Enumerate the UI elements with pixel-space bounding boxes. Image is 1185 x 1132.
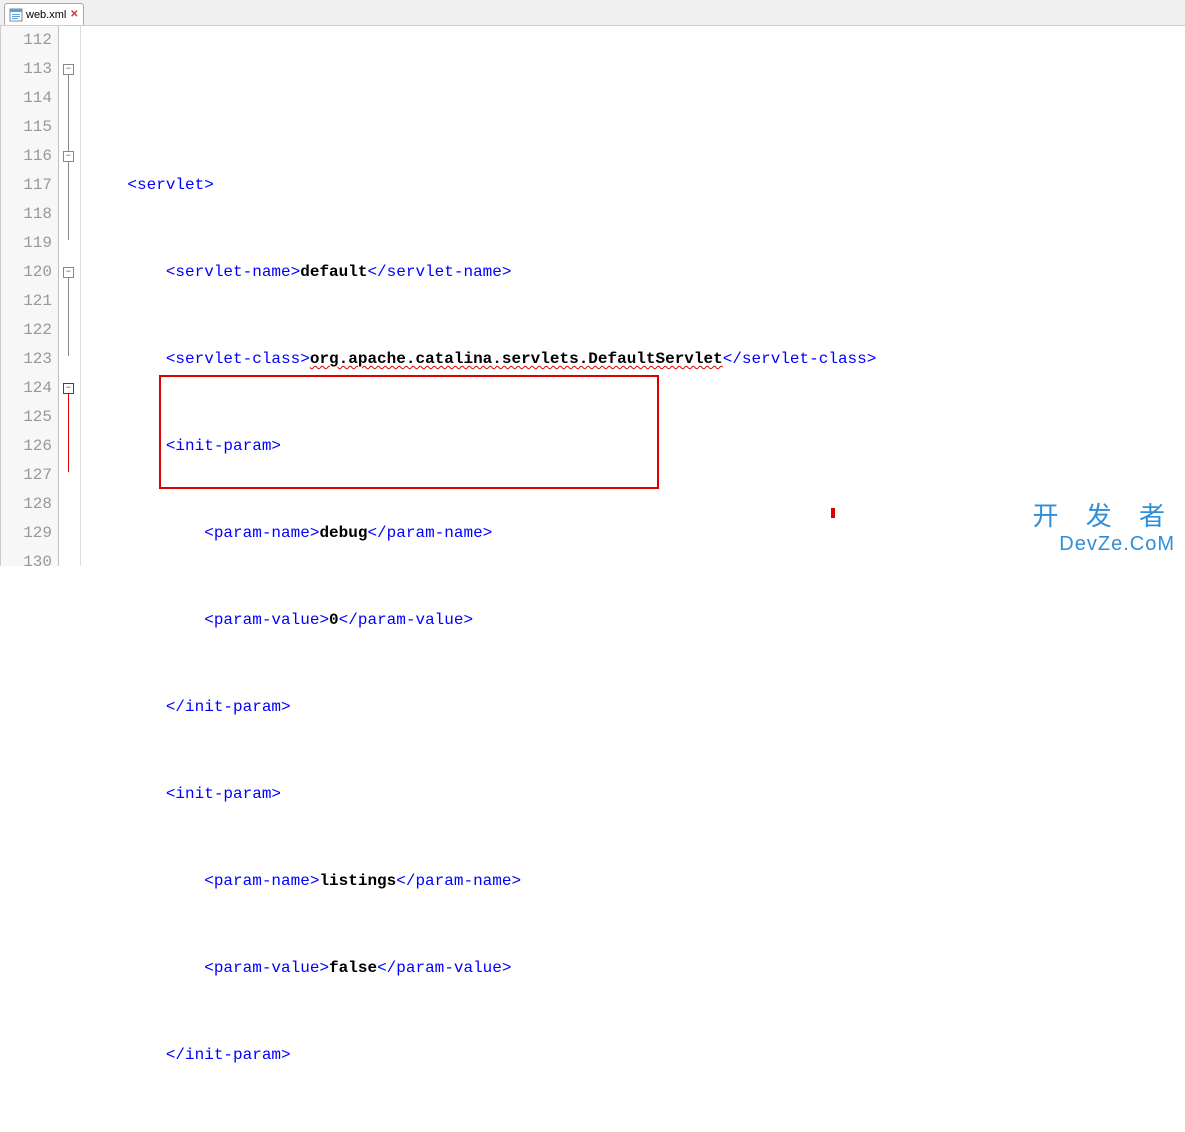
- code-line: <servlet-name>default</servlet-name>: [89, 258, 1185, 287]
- line-number: 113: [1, 55, 52, 84]
- code-line: <init-param>: [89, 1128, 1185, 1132]
- line-number-gutter: 1121131141151161171181191201211221231241…: [1, 26, 59, 566]
- line-number: 115: [1, 113, 52, 142]
- line-number: 127: [1, 461, 52, 490]
- code-line: <param-name>listings</param-name>: [89, 867, 1185, 896]
- code-line: <param-name>debug</param-name>: [89, 519, 1185, 548]
- code-editor[interactable]: <servlet> <servlet-name>default</servlet…: [81, 26, 1185, 566]
- code-line: </init-param>: [89, 693, 1185, 722]
- watermark-cn: 开 发 者: [1033, 496, 1175, 533]
- line-number: 118: [1, 200, 52, 229]
- line-number: 123: [1, 345, 52, 374]
- close-icon[interactable]: ✕: [69, 10, 79, 20]
- watermark: 开 发 者 DevZe.CoM: [1033, 496, 1175, 556]
- line-number: 121: [1, 287, 52, 316]
- line-number: 122: [1, 316, 52, 345]
- line-number: 120: [1, 258, 52, 287]
- line-number: 130: [1, 548, 52, 577]
- fold-toggle[interactable]: −: [63, 383, 74, 394]
- code-line: [89, 84, 1185, 113]
- line-number: 129: [1, 519, 52, 548]
- code-line: <init-param>: [89, 780, 1185, 809]
- code-line: <servlet-class>org.apache.catalina.servl…: [89, 345, 1185, 374]
- code-line: <param-value>0</param-value>: [89, 606, 1185, 635]
- tab-filename: web.xml: [26, 9, 66, 21]
- line-number: 112: [1, 26, 52, 55]
- code-line: <param-value>false</param-value>: [89, 954, 1185, 983]
- fold-toggle[interactable]: −: [63, 151, 74, 162]
- code-line: <init-param>: [89, 432, 1185, 461]
- line-number: 124: [1, 374, 52, 403]
- fold-toggle[interactable]: −: [63, 267, 74, 278]
- line-number: 117: [1, 171, 52, 200]
- line-number: 116: [1, 142, 52, 171]
- line-number: 128: [1, 490, 52, 519]
- code-line: <servlet>: [89, 171, 1185, 200]
- line-number: 119: [1, 229, 52, 258]
- tab-bar: web.xml ✕: [0, 0, 1185, 26]
- code-line: </init-param>: [89, 1041, 1185, 1070]
- watermark-en: DevZe.CoM: [1033, 533, 1175, 556]
- caret-indicator: [831, 508, 835, 518]
- file-icon: [9, 8, 23, 22]
- line-number: 114: [1, 84, 52, 113]
- fold-gutter: − − − −: [59, 26, 81, 566]
- line-number: 126: [1, 432, 52, 461]
- fold-toggle[interactable]: −: [63, 64, 74, 75]
- line-number: 125: [1, 403, 52, 432]
- editor-area: 1121131141151161171181191201211221231241…: [0, 26, 1185, 566]
- editor-tab[interactable]: web.xml ✕: [4, 3, 84, 25]
